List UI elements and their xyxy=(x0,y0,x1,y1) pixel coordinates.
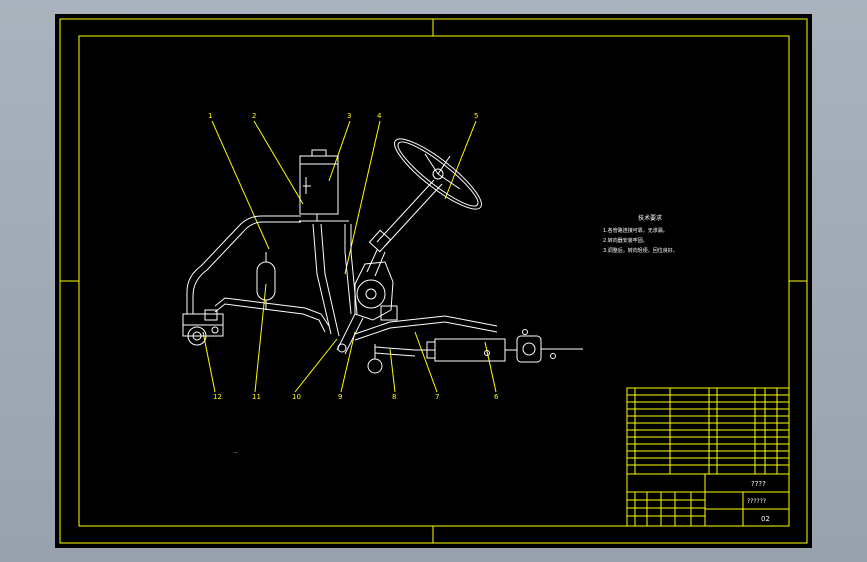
part-label-1: 1 xyxy=(208,112,212,120)
steering-wheel xyxy=(394,138,482,210)
part-label-5: 5 xyxy=(474,112,478,120)
part-label-10: 10 xyxy=(292,393,301,401)
part-label-11: 11 xyxy=(252,393,261,401)
outer-frame xyxy=(59,18,808,544)
notes-line-2: 2.转向器安装牢固。 xyxy=(603,237,648,244)
notes-line-1: 1.各管路连接可靠，无渗漏。 xyxy=(603,227,668,234)
hydraulic-pipes xyxy=(186,215,498,341)
drawing-subtitle: ?????? xyxy=(747,498,766,505)
part-label-2: 2 xyxy=(252,112,256,120)
sheet-code: 02 xyxy=(761,515,770,523)
accumulator xyxy=(256,252,276,310)
inner-border xyxy=(78,35,790,527)
part-label-6: 6 xyxy=(494,393,499,401)
pump-assembly xyxy=(182,309,224,346)
drawing-canvas: 1 2 3 4 5 12 11 10 9 8 7 6 技术要求 1.各管路连接可… xyxy=(59,18,808,544)
centering-marks xyxy=(60,19,807,543)
part-label-4: 4 xyxy=(377,112,382,120)
part-label-3: 3 xyxy=(347,112,351,120)
drawing-sheet: 1 2 3 4 5 12 11 10 9 8 7 6 技术要求 1.各管路连接可… xyxy=(55,14,812,548)
small-mark: ... xyxy=(233,449,238,455)
steering-gear xyxy=(336,261,398,374)
notes-line-3: 3.调整后，转向轻便，回位良好。 xyxy=(603,247,678,254)
drawing-title: ???? xyxy=(751,480,766,488)
technical-notes: 技术要求 1.各管路连接可靠，无渗漏。 2.转向器安装牢固。 3.调整后，转向轻… xyxy=(603,214,678,254)
steering-column xyxy=(366,179,443,277)
part-label-9: 9 xyxy=(338,393,342,401)
power-cylinder xyxy=(374,329,583,363)
part-label-12: 12 xyxy=(213,393,222,401)
oil-reservoir xyxy=(299,149,349,222)
part-label-8: 8 xyxy=(392,393,396,401)
parts-list xyxy=(626,387,790,475)
part-label-7: 7 xyxy=(435,393,439,401)
leader-lines-top xyxy=(211,120,477,275)
notes-heading: 技术要求 xyxy=(638,214,662,222)
